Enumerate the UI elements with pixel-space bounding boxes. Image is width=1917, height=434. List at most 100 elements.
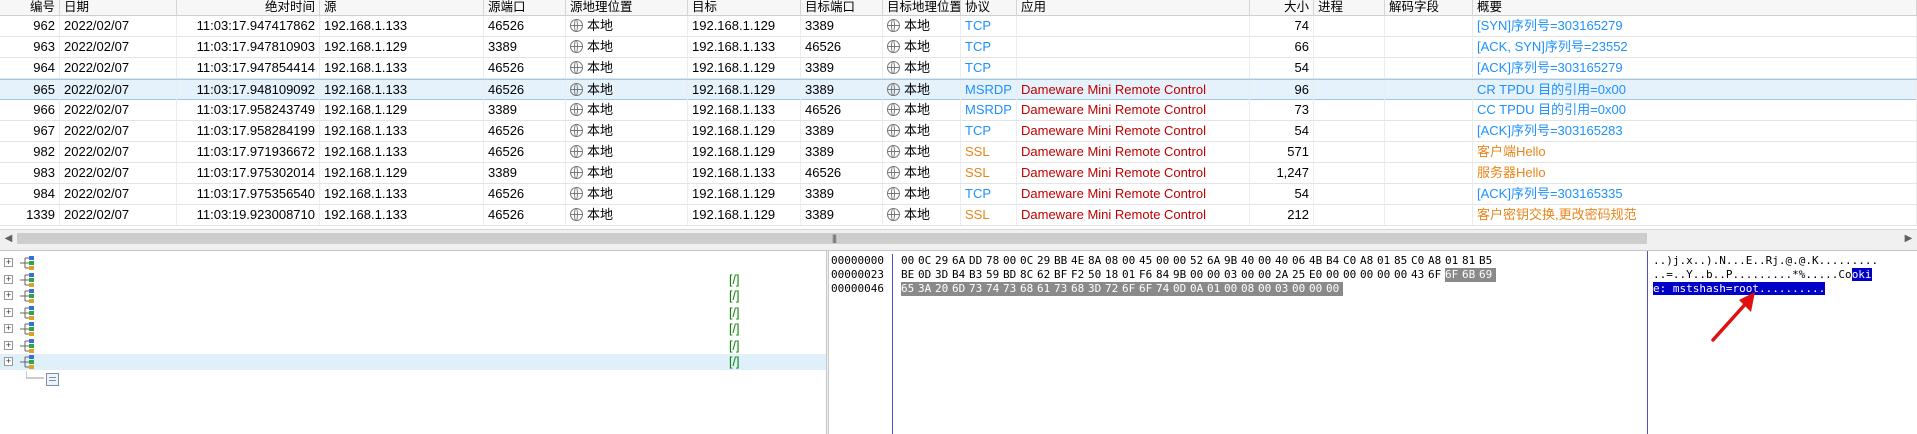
packet-row[interactable]: 965 2022/02/07 11:03:17.948109092 192.168.1… [0, 79, 1917, 100]
hex-byte[interactable]: 00 [1394, 268, 1411, 282]
hex-byte[interactable]: 00 [1309, 282, 1326, 296]
hex-byte[interactable]: 50 [1088, 268, 1105, 282]
column-header-progress[interactable]: 进程 [1314, 0, 1385, 16]
hex-byte[interactable]: 08 [1105, 254, 1122, 268]
hex-byte[interactable]: 6A [952, 254, 969, 268]
hex-byte[interactable]: 6F [1139, 282, 1156, 296]
hex-byte[interactable]: 00 [1292, 282, 1309, 296]
hex-byte[interactable]: 00 [1173, 254, 1190, 268]
hex-byte[interactable]: 6A [1207, 254, 1224, 268]
hex-byte[interactable]: 43 [1411, 268, 1428, 282]
tree-node[interactable]: + [/] [0, 305, 826, 321]
hex-byte[interactable]: 01 [1122, 268, 1139, 282]
hex-byte[interactable]: 59 [986, 268, 1003, 282]
hex-byte[interactable]: 78 [986, 254, 1003, 268]
hex-byte[interactable]: 03 [1275, 282, 1292, 296]
hex-byte[interactable]: 25 [1292, 268, 1309, 282]
hex-byte[interactable]: 9B [1173, 268, 1190, 282]
hex-byte[interactable]: 00 [1258, 282, 1275, 296]
scroll-right-icon[interactable]: ▶ [1900, 230, 1917, 247]
hex-byte[interactable]: DD [969, 254, 986, 268]
expand-icon[interactable]: + [4, 258, 13, 267]
hex-byte[interactable]: 0C [1020, 254, 1037, 268]
hex-byte[interactable]: 72 [1105, 282, 1122, 296]
packet-row[interactable]: 962 2022/02/07 11:03:17.947417862 192.168.1… [0, 16, 1917, 37]
hex-byte[interactable]: 6D [952, 282, 969, 296]
hex-byte[interactable]: 45 [1139, 254, 1156, 268]
hex-byte[interactable]: 73 [969, 282, 986, 296]
column-header-decode[interactable]: 解码字段 [1385, 0, 1473, 16]
hex-byte[interactable]: 8A [1088, 254, 1105, 268]
column-header-no[interactable]: 编号 [0, 0, 60, 16]
packet-row[interactable]: 964 2022/02/07 11:03:17.947854414 192.168.1… [0, 58, 1917, 79]
expand-icon[interactable]: + [4, 340, 13, 350]
hex-byte[interactable]: 40 [1241, 254, 1258, 268]
packet-row[interactable]: 982 2022/02/07 11:03:17.971936672 192.168.1… [0, 142, 1917, 163]
tree-node[interactable]: + [/] [0, 338, 826, 354]
column-header-src-port[interactable]: 源端口 [484, 0, 566, 16]
expand-icon[interactable]: + [4, 291, 13, 300]
hex-byte[interactable]: 65 [901, 282, 918, 296]
column-header-app[interactable]: 应用 [1017, 0, 1250, 16]
hex-byte[interactable]: 84 [1156, 268, 1173, 282]
hex-byte[interactable]: 00 [1207, 268, 1224, 282]
hex-byte[interactable]: BF [1054, 268, 1071, 282]
packet-row[interactable]: 966 2022/02/07 11:03:17.958243749 192.168.1… [0, 100, 1917, 121]
hex-byte[interactable]: 0D [918, 268, 935, 282]
hex-byte[interactable]: BE [901, 268, 918, 282]
packet-row[interactable]: 967 2022/02/07 11:03:17.958284199 192.168.1… [0, 121, 1917, 142]
hex-byte[interactable]: 6B [1462, 268, 1479, 282]
hex-byte[interactable]: B5 [1479, 254, 1496, 268]
hex-byte[interactable]: 00 [1122, 254, 1139, 268]
hex-byte[interactable]: BB [1054, 254, 1071, 268]
hex-byte[interactable]: 52 [1190, 254, 1207, 268]
hex-byte[interactable]: 03 [1224, 268, 1241, 282]
hex-byte[interactable]: 8C [1020, 268, 1037, 282]
hex-byte[interactable]: 0A [1190, 282, 1207, 296]
hex-byte[interactable]: B4 [952, 268, 969, 282]
hex-byte[interactable]: 74 [1156, 282, 1173, 296]
hex-byte[interactable]: 00 [1343, 268, 1360, 282]
column-header-dst-geo[interactable]: 目标地理位置 [883, 0, 961, 16]
hex-byte[interactable]: 3D [935, 268, 952, 282]
hex-byte[interactable]: 06 [1292, 254, 1309, 268]
column-header-abs-time[interactable]: 绝对时间 [177, 0, 320, 16]
tree-node[interactable]: + [/] [0, 272, 826, 288]
hex-byte[interactable]: 3A [918, 282, 935, 296]
hex-byte[interactable]: 6F [1122, 282, 1139, 296]
hex-byte[interactable]: F6 [1139, 268, 1156, 282]
hex-byte[interactable]: F2 [1071, 268, 1088, 282]
packet-row[interactable]: 984 2022/02/07 11:03:17.975356540 192.168.1… [0, 184, 1917, 205]
tree-node[interactable]: + [0, 255, 826, 271]
expand-icon[interactable]: + [4, 324, 13, 333]
hex-byte[interactable]: 9B [1224, 254, 1241, 268]
hex-byte[interactable]: 0C [918, 254, 935, 268]
tree-leaf[interactable] [0, 370, 826, 387]
hex-byte[interactable]: 61 [1037, 282, 1054, 296]
column-header-date[interactable]: 日期 [60, 0, 177, 16]
hex-byte[interactable]: E0 [1309, 268, 1326, 282]
tree-node[interactable]: + [/] [0, 288, 826, 304]
expand-icon[interactable]: + [4, 274, 13, 284]
packet-row[interactable]: 963 2022/02/07 11:03:17.947810903 192.168.1… [0, 37, 1917, 58]
hex-byte[interactable]: 00 [1241, 268, 1258, 282]
tree-node[interactable]: + [/] [0, 354, 826, 370]
vertical-splitter[interactable] [826, 251, 829, 434]
column-header-dst-port[interactable]: 目标端口 [801, 0, 883, 16]
column-header-src[interactable]: 源 [320, 0, 484, 16]
column-header-src-geo[interactable]: 源地理位置 [566, 0, 688, 16]
hex-byte[interactable]: C0 [1411, 254, 1428, 268]
hex-byte[interactable]: 73 [1054, 282, 1071, 296]
hex-byte[interactable]: 18 [1105, 268, 1122, 282]
packet-row[interactable]: 983 2022/02/07 11:03:17.975302014 192.168.1… [0, 163, 1917, 184]
hex-byte[interactable]: 68 [1071, 282, 1088, 296]
hex-byte[interactable]: 00 [901, 254, 918, 268]
hex-byte[interactable]: 20 [935, 282, 952, 296]
hex-byte[interactable]: 3D [1088, 282, 1105, 296]
expand-icon[interactable]: + [4, 307, 13, 317]
hex-byte[interactable]: 29 [935, 254, 952, 268]
hex-byte[interactable]: B3 [969, 268, 986, 282]
hex-bytes[interactable]: 00 0C 29 6A DD 78 00 0C 29 BB 4E 8A 08 00 45 00 00 52 6A 9B… [901, 254, 1496, 296]
hex-byte[interactable]: 4B [1309, 254, 1326, 268]
packet-row[interactable]: 1339 2022/02/07 11:03:19.923008710 192.168.… [0, 205, 1917, 226]
